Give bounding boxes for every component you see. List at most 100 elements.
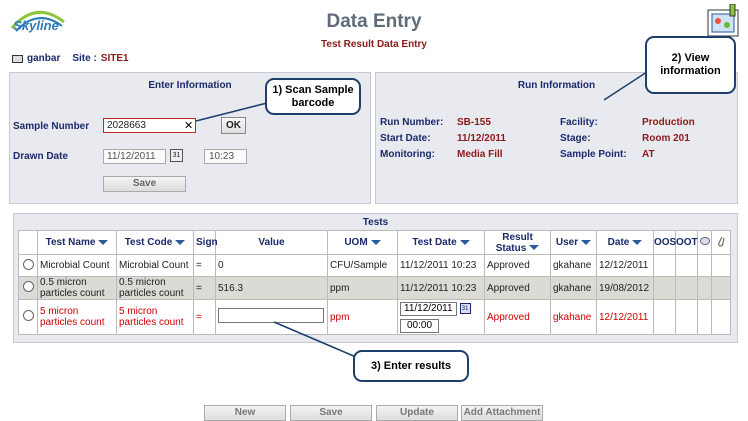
sort-arrow-icon[interactable] — [581, 239, 592, 245]
value-input[interactable] — [218, 308, 324, 323]
sample-point-label: Sample Point: — [560, 149, 627, 160]
test-time-input[interactable]: 00:00 — [400, 319, 440, 333]
sample-point-value: AT — [642, 149, 655, 160]
save-button[interactable]: Save — [290, 405, 372, 421]
column-header-date[interactable]: Date — [596, 230, 654, 255]
column-header-test-code[interactable]: Test Code — [116, 230, 194, 255]
column-header-oot: OOT — [675, 230, 698, 255]
callout-scan-barcode: 1) Scan Sample barcode — [265, 78, 361, 115]
test-date-cell: 11/12/2011 10:23 — [397, 254, 485, 277]
start-date-label: Start Date: — [380, 133, 431, 144]
facility-value: Production — [642, 117, 695, 128]
drawn-date-label: Drawn Date — [13, 151, 69, 162]
tests-header-row: Test Name Test Code Sign Value UOM Test … — [18, 230, 731, 255]
test-date-input[interactable]: 11/12/2011 — [400, 302, 457, 316]
sort-arrow-icon[interactable] — [632, 239, 643, 245]
test-code-cell: 0.5 micron particles count — [116, 276, 194, 300]
save-sample-button[interactable]: Save — [103, 176, 186, 192]
oot-cell — [675, 276, 698, 300]
user-card-icon — [12, 54, 23, 63]
table-row[interactable]: Microbial Count Microbial Count = 0 CFU/… — [18, 254, 731, 277]
page-title: Data Entry — [326, 11, 422, 32]
user-info: ganbar Site : SITE1 — [12, 53, 129, 64]
oos-cell — [653, 299, 676, 335]
sign-cell: = — [193, 276, 216, 300]
sort-arrow-icon[interactable] — [459, 239, 470, 245]
tests-table: Test Name Test Code Sign Value UOM Test … — [18, 230, 731, 335]
run-number-value: SB-155 — [457, 117, 491, 128]
site-value: SITE1 — [100, 53, 129, 64]
calendar-icon[interactable]: 31 — [459, 302, 471, 314]
attachment-header-icon — [711, 230, 731, 255]
uom-cell: ppm — [327, 299, 398, 335]
table-row[interactable]: 5 micron particles count 5 micron partic… — [18, 299, 731, 335]
column-header-oos: OOS — [653, 230, 676, 255]
test-name-cell: 0.5 micron particles count — [37, 276, 117, 300]
user-cell: gkahane — [550, 299, 597, 335]
facility-label: Facility: — [560, 117, 598, 128]
calendar-icon[interactable]: 31 — [170, 149, 183, 162]
callout-enter-results: 3) Enter results — [353, 350, 469, 382]
monitoring-value: Media Fill — [457, 149, 503, 160]
comment-cell — [697, 299, 712, 335]
home-app-icon[interactable] — [706, 3, 742, 38]
row-select-radio[interactable] — [22, 310, 34, 321]
value-cell: 0 — [215, 254, 328, 277]
site-label: Site : — [72, 53, 97, 64]
user-cell: gkahane — [550, 276, 597, 300]
sort-arrow-icon[interactable] — [98, 239, 109, 245]
sample-number-label: Sample Number — [13, 121, 90, 132]
row-select-radio[interactable] — [22, 258, 34, 270]
add-attachment-button[interactable]: Add Attachment — [461, 405, 543, 421]
attachment-cell — [711, 276, 731, 300]
stage-label: Stage: — [560, 133, 591, 144]
oot-cell — [675, 254, 698, 277]
table-row[interactable]: 0.5 micron particles count 0.5 micron pa… — [18, 276, 731, 300]
column-header-result-status[interactable]: Result Status — [484, 230, 551, 255]
clear-icon[interactable]: ✕ — [184, 119, 193, 132]
column-header-value: Value — [215, 230, 328, 255]
oos-cell — [653, 276, 676, 300]
ok-button[interactable]: OK — [221, 117, 246, 134]
user-cell: gkahane — [550, 254, 597, 277]
test-date-cell: 11/12/2011 10:23 — [397, 276, 485, 300]
oot-cell — [675, 299, 698, 335]
attachment-cell — [711, 254, 731, 277]
tests-title: Tests — [362, 217, 389, 228]
sort-arrow-icon[interactable] — [175, 239, 186, 245]
row-select-radio[interactable] — [22, 281, 34, 292]
monitoring-label: Monitoring: — [380, 149, 435, 160]
date-cell: 12/12/2011 — [596, 254, 654, 277]
run-number-label: Run Number: — [380, 117, 444, 128]
uom-cell: CFU/Sample — [327, 254, 398, 277]
column-header-uom[interactable]: UOM — [327, 230, 398, 255]
uom-cell: ppm — [327, 276, 398, 300]
sample-number-input[interactable]: 2028663 — [103, 118, 196, 133]
column-header-test-date[interactable]: Test Date — [397, 230, 485, 255]
drawn-time-field[interactable]: 10:23 — [204, 149, 247, 164]
comment-cell — [697, 254, 712, 277]
status-cell: Approved — [484, 254, 551, 277]
sign-cell: = — [193, 254, 216, 277]
sort-arrow-icon[interactable] — [529, 245, 540, 251]
update-button[interactable]: Update — [376, 405, 458, 421]
value-cell: 516.3 — [215, 276, 328, 300]
date-cell: 12/12/2011 — [596, 299, 654, 335]
comment-cell — [697, 276, 712, 300]
new-button[interactable]: New — [204, 405, 286, 421]
test-name-cell: 5 micron particles count — [37, 299, 117, 335]
callout-view-information: 2) View information — [645, 36, 736, 94]
test-name-cell: Microbial Count — [37, 254, 117, 277]
drawn-date-field[interactable]: 11/12/2011 — [103, 149, 166, 164]
start-date-value: 11/12/2011 — [457, 133, 506, 144]
stage-value: Room 201 — [642, 133, 690, 144]
sort-arrow-icon[interactable] — [370, 239, 381, 245]
select-column-header — [18, 230, 38, 255]
sign-cell: = — [193, 299, 216, 335]
column-header-user[interactable]: User — [550, 230, 597, 255]
comment-header-icon — [697, 230, 712, 255]
attachment-cell — [711, 299, 731, 335]
column-header-sign: Sign — [193, 230, 218, 255]
column-header-test-name[interactable]: Test Name — [37, 230, 117, 255]
test-code-cell: Microbial Count — [116, 254, 194, 277]
